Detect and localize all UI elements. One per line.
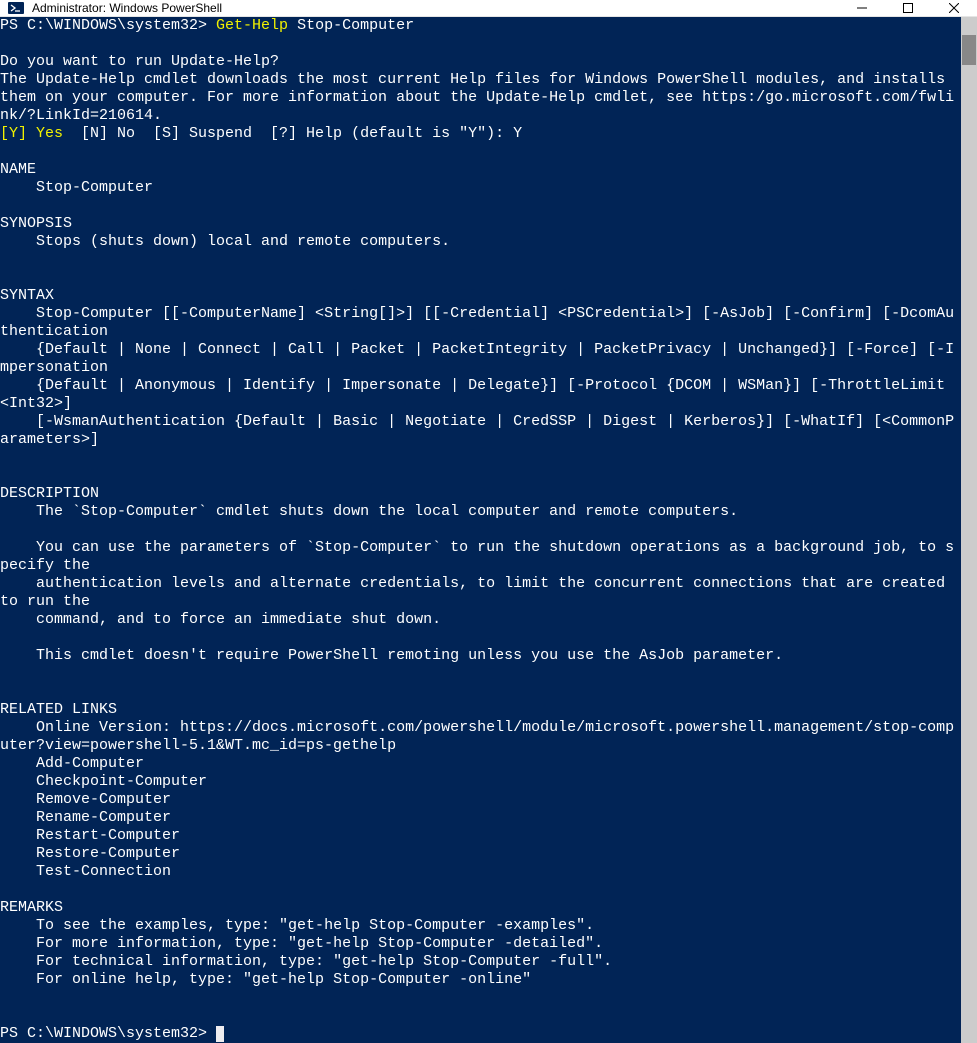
section-description-header: DESCRIPTION	[0, 485, 99, 502]
minimize-button[interactable]	[839, 0, 885, 16]
section-remarks-value: To see the examples, type: "get-help Sto…	[0, 917, 612, 988]
powershell-icon	[8, 0, 24, 16]
section-name-value: Stop-Computer	[0, 179, 153, 196]
section-description-value: The `Stop-Computer` cmdlet shuts down th…	[0, 503, 954, 664]
prompt: PS C:\WINDOWS\system32>	[0, 1025, 216, 1042]
scrollbar-thumb[interactable]	[962, 35, 976, 65]
scrollbar[interactable]	[961, 17, 977, 1043]
update-help-body: The Update-Help cmdlet downloads the mos…	[0, 71, 954, 124]
section-remarks-header: REMARKS	[0, 899, 63, 916]
cursor	[216, 1026, 224, 1042]
section-links-value: Online Version: https://docs.microsoft.c…	[0, 719, 954, 880]
command: Get-Help	[216, 17, 288, 34]
choice-rest: [N] No [S] Suspend [?] Help (default is …	[63, 125, 522, 142]
section-synopsis-value: Stops (shuts down) local and remote comp…	[0, 233, 450, 250]
titlebar[interactable]: Administrator: Windows PowerShell	[0, 0, 977, 17]
section-syntax-value: Stop-Computer [[-ComputerName] <String[]…	[0, 305, 954, 448]
window-title: Administrator: Windows PowerShell	[30, 1, 839, 15]
update-help-question: Do you want to run Update-Help?	[0, 53, 279, 70]
window-controls	[839, 0, 977, 16]
section-synopsis-header: SYNOPSIS	[0, 215, 72, 232]
section-syntax-header: SYNTAX	[0, 287, 54, 304]
choice-yes: [Y] Yes	[0, 125, 63, 142]
prompt: PS C:\WINDOWS\system32>	[0, 17, 216, 34]
section-name-header: NAME	[0, 161, 36, 178]
terminal-output[interactable]: PS C:\WINDOWS\system32> Get-Help Stop-Co…	[0, 17, 961, 1043]
close-button[interactable]	[931, 0, 977, 16]
command-arg: Stop-Computer	[288, 17, 414, 34]
maximize-button[interactable]	[885, 0, 931, 16]
section-links-header: RELATED LINKS	[0, 701, 117, 718]
